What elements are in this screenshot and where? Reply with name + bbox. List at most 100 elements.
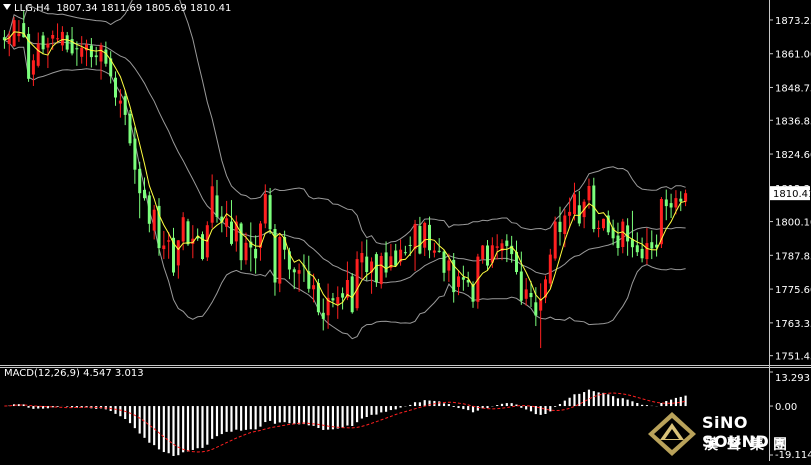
candle-body — [447, 260, 451, 271]
candle-body — [312, 285, 316, 290]
symbol-label: LLG,H4 — [14, 3, 50, 14]
candle — [278, 233, 282, 293]
candle-body — [341, 293, 345, 298]
candle-body — [374, 254, 378, 283]
candle-body — [331, 298, 335, 301]
candle-body — [60, 31, 64, 46]
candle-body — [104, 49, 108, 64]
candle — [350, 273, 354, 314]
candle-body — [41, 35, 45, 50]
candle-body — [437, 250, 441, 252]
candle-body — [587, 186, 591, 201]
low-value: 1805.69 — [145, 3, 187, 14]
candle-body — [423, 222, 427, 248]
candle-body — [355, 259, 359, 309]
candle-body — [254, 248, 258, 259]
candle-body — [461, 277, 465, 280]
candle-body — [80, 47, 84, 57]
candle-body — [568, 211, 572, 216]
candle-body — [201, 234, 204, 259]
candle-body — [123, 96, 127, 115]
price-axis-label: 1824.60 — [775, 150, 811, 161]
candle-body — [650, 242, 654, 249]
candle-body — [278, 237, 282, 284]
logo-chinese-text: 漢聲集團 — [704, 437, 796, 453]
candle — [374, 252, 378, 287]
price-axis-label: 1861.00 — [775, 50, 811, 61]
candle-body — [244, 242, 248, 261]
candle-body — [645, 243, 649, 260]
candle-body — [626, 225, 630, 242]
candle-body — [118, 100, 122, 104]
candle-body — [360, 253, 364, 263]
open-value: 1807.34 — [56, 3, 98, 14]
candle — [592, 177, 596, 233]
candle-body — [418, 226, 422, 254]
candle-body — [99, 45, 103, 62]
candle-body — [563, 215, 567, 234]
dropdown-triangle-icon[interactable] — [3, 4, 11, 10]
logo-emblem-icon — [648, 412, 696, 456]
candle-body — [65, 35, 69, 50]
candle-body — [664, 199, 668, 207]
candle-body — [640, 248, 644, 259]
candle-body — [56, 38, 60, 40]
candle-body — [114, 77, 117, 98]
candle-body — [432, 250, 436, 253]
price-chart[interactable]: 1873.251861.001848.751836.851824.601812.… — [0, 0, 811, 461]
candle-body — [186, 221, 190, 245]
candle — [379, 252, 383, 289]
candle-body — [138, 168, 142, 194]
candle — [157, 198, 161, 256]
candle-body — [428, 224, 431, 251]
candle-body — [17, 33, 21, 37]
candle-body — [635, 245, 639, 253]
price-axis-label: 1873.25 — [775, 16, 811, 27]
candle-body — [89, 45, 93, 58]
candle-body — [36, 43, 40, 66]
candle-body — [442, 251, 446, 273]
candle-body — [128, 113, 132, 144]
macd-axis-label: 13.293 — [775, 373, 810, 384]
candle-body — [94, 55, 98, 58]
high-value: 1811.69 — [100, 3, 143, 14]
candle-body — [413, 224, 417, 249]
candle-body — [321, 312, 325, 319]
candle-body — [534, 302, 538, 316]
candle-body — [230, 221, 233, 244]
current-price-label: 1810.41 — [773, 189, 811, 200]
candle-body — [133, 138, 137, 170]
price-axis-label: 1763.35 — [775, 319, 811, 330]
candle-body — [350, 276, 354, 313]
candle-body — [176, 240, 180, 266]
candle-body — [143, 189, 146, 199]
candle-body — [548, 254, 552, 284]
chart-window[interactable]: 1873.251861.001848.751836.851824.601812.… — [0, 0, 811, 461]
candle-body — [239, 223, 243, 261]
candle-body — [408, 245, 412, 246]
candle-body — [167, 240, 171, 242]
candle-body — [297, 270, 301, 274]
candle-body — [394, 250, 398, 266]
candle-body — [210, 186, 214, 223]
candle-body — [573, 194, 576, 215]
macd-header: MACD(12,26,9) 4.547 3.013 — [4, 368, 144, 379]
candle-body — [519, 271, 523, 301]
candle-body — [481, 245, 485, 259]
candle-body — [486, 245, 489, 266]
candle-body — [75, 48, 79, 50]
candle-body — [679, 198, 683, 202]
candle-body — [553, 221, 557, 259]
candle-body — [505, 240, 509, 247]
candle-body — [457, 276, 460, 287]
chart-header: LLG,H4 1807.34 1811.69 1805.69 1810.41 — [3, 3, 231, 14]
candle — [355, 251, 359, 311]
candle-body — [403, 252, 407, 254]
candle-body — [147, 195, 151, 224]
candle — [128, 109, 132, 146]
candle-body — [268, 195, 272, 230]
price-axis-label: 1787.85 — [775, 251, 811, 262]
candle-body — [215, 195, 219, 217]
candle-body — [152, 209, 156, 231]
candle-body — [292, 269, 296, 273]
